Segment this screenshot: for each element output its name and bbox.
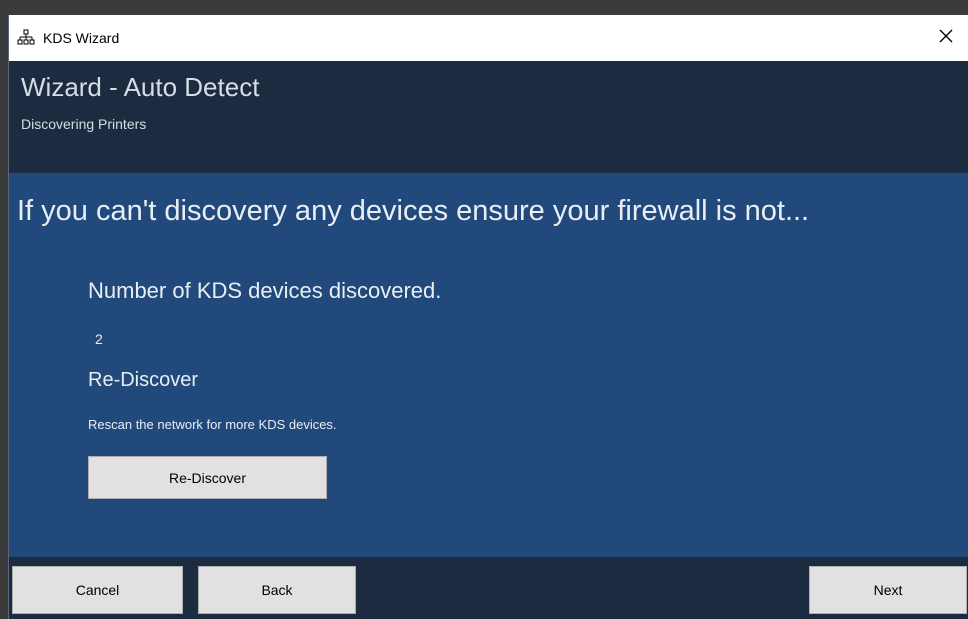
close-button[interactable]: [923, 15, 968, 61]
cancel-button[interactable]: Cancel: [12, 566, 183, 614]
page-title: Wizard - Auto Detect: [21, 72, 260, 102]
device-count-label: Number of KDS devices discovered.: [88, 278, 442, 303]
wizard-footer: Cancel Back Next: [9, 557, 968, 619]
device-count-value: 2: [95, 331, 103, 347]
rediscover-button[interactable]: Re-Discover: [88, 456, 327, 499]
wizard-header: Wizard - Auto Detect Discovering Printer…: [9, 61, 968, 173]
wizard-content: If you can't discovery any devices ensur…: [9, 173, 968, 557]
rediscover-description: Rescan the network for more KDS devices.: [88, 417, 337, 432]
back-button[interactable]: Back: [198, 566, 356, 614]
close-icon: [939, 29, 953, 48]
window-title: KDS Wizard: [43, 30, 120, 46]
network-icon: [17, 29, 35, 47]
next-button[interactable]: Next: [809, 566, 967, 614]
kds-wizard-window: KDS Wizard Wizard - Auto Detect Discover…: [8, 15, 968, 619]
firewall-warning: If you can't discovery any devices ensur…: [17, 195, 810, 227]
page-subtitle: Discovering Printers: [21, 116, 147, 132]
title-bar: KDS Wizard: [9, 15, 968, 61]
rediscover-heading: Re-Discover: [88, 369, 199, 391]
